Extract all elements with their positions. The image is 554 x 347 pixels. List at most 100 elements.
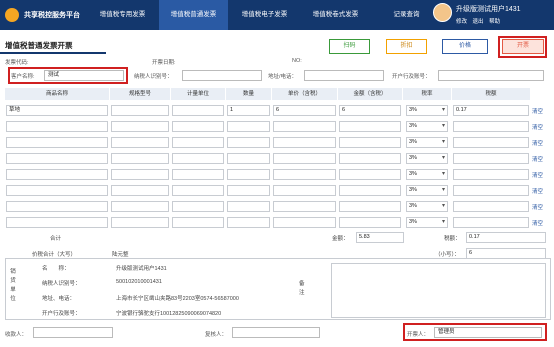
row-1-price[interactable]: 6 — [273, 105, 336, 116]
row-6-qty[interactable] — [227, 185, 270, 196]
row-1-qty[interactable]: 1 — [227, 105, 270, 116]
row-2-unit[interactable] — [172, 121, 224, 132]
row-2-clear-link[interactable]: 清空 — [532, 123, 543, 131]
col-header-unit: 计量单位 — [171, 88, 225, 100]
payee-input[interactable] — [33, 327, 113, 338]
row-8-price[interactable] — [273, 217, 336, 228]
row-7-clear-link[interactable]: 清空 — [532, 203, 543, 211]
row-5-tax[interactable] — [453, 169, 529, 180]
bank-account-input[interactable] — [438, 70, 544, 81]
in-words-value: 陆元整 — [112, 252, 129, 258]
row-7-price[interactable] — [273, 201, 336, 212]
row-6-price[interactable] — [273, 185, 336, 196]
row-1-amount[interactable]: 6 — [339, 105, 401, 116]
row-5-qty[interactable] — [227, 169, 270, 180]
col-header-price: 单价（含税） — [272, 88, 337, 100]
row-5-spec[interactable] — [111, 169, 169, 180]
row-8-qty[interactable] — [227, 217, 270, 228]
row-1-unit[interactable] — [172, 105, 224, 116]
help-link[interactable]: 帮助 — [489, 19, 500, 25]
row-6-spec[interactable] — [111, 185, 169, 196]
row-3-tax[interactable] — [453, 137, 529, 148]
row-6-clear-link[interactable]: 清空 — [532, 187, 543, 195]
row-5-price[interactable] — [273, 169, 336, 180]
discount-button[interactable]: 折扣 — [386, 39, 427, 54]
seller-side-label: 销 货 单 位 — [10, 269, 16, 302]
avatar[interactable] — [433, 3, 452, 22]
user-links: 修改 退出 帮助 — [456, 17, 504, 25]
row-6-amount[interactable] — [339, 185, 401, 196]
row-8-unit[interactable] — [172, 217, 224, 228]
row-5-name[interactable] — [6, 169, 108, 180]
row-8-rate-select[interactable]: 3% — [406, 217, 448, 228]
row-8-tax[interactable] — [453, 217, 529, 228]
row-4-qty[interactable] — [227, 153, 270, 164]
row-4-amount[interactable] — [339, 153, 401, 164]
row-7-amount[interactable] — [339, 201, 401, 212]
row-5-amount[interactable] — [339, 169, 401, 180]
seller-address-label: 地址、电话： — [42, 296, 76, 302]
row-3-rate-select[interactable]: 3% — [406, 137, 448, 148]
row-8-clear-link[interactable]: 清空 — [532, 219, 543, 227]
row-4-price[interactable] — [273, 153, 336, 164]
tab-record-query[interactable]: 记录查询 — [372, 0, 441, 30]
row-1-name[interactable]: 草地 — [6, 105, 108, 116]
seller-tax-id-label: 纳税人识别号： — [42, 281, 81, 287]
row-4-spec[interactable] — [111, 153, 169, 164]
row-2-rate-select[interactable]: 3% — [406, 121, 448, 132]
tab-roll-invoice[interactable]: 增值税卷式发票 — [301, 0, 370, 30]
row-4-unit[interactable] — [172, 153, 224, 164]
row-4-name[interactable] — [6, 153, 108, 164]
row-7-name[interactable] — [6, 201, 108, 212]
row-2-price[interactable] — [273, 121, 336, 132]
row-2-tax[interactable] — [453, 121, 529, 132]
row-7-qty[interactable] — [227, 201, 270, 212]
address-phone-input[interactable] — [304, 70, 384, 81]
row-4-rate-select[interactable]: 3% — [406, 153, 448, 164]
title-underline — [0, 52, 106, 54]
price-button[interactable]: 价格 — [442, 39, 488, 54]
row-6-rate-select[interactable]: 3% — [406, 185, 448, 196]
row-7-rate-select[interactable]: 3% — [406, 201, 448, 212]
row-2-amount[interactable] — [339, 121, 401, 132]
row-2-spec[interactable] — [111, 121, 169, 132]
row-4-clear-link[interactable]: 清空 — [532, 155, 543, 163]
row-3-price[interactable] — [273, 137, 336, 148]
row-2-name[interactable] — [6, 121, 108, 132]
row-7-unit[interactable] — [172, 201, 224, 212]
row-3-clear-link[interactable]: 清空 — [532, 139, 543, 147]
tab-normal-invoice[interactable]: 增值税普通发票 — [159, 0, 228, 30]
row-3-qty[interactable] — [227, 137, 270, 148]
taxpayer-id-input[interactable] — [182, 70, 262, 81]
row-8-spec[interactable] — [111, 217, 169, 228]
row-4-tax[interactable] — [453, 153, 529, 164]
row-3-name[interactable] — [6, 137, 108, 148]
row-6-tax[interactable] — [453, 185, 529, 196]
row-7-tax[interactable] — [453, 201, 529, 212]
reviewer-input[interactable] — [232, 327, 320, 338]
row-8-amount[interactable] — [339, 217, 401, 228]
tab-special-invoice[interactable]: 增值税专用发票 — [88, 0, 157, 30]
tab-electronic-invoice[interactable]: 增值税电子发票 — [230, 0, 299, 30]
row-1-spec[interactable] — [111, 105, 169, 116]
row-7-spec[interactable] — [111, 201, 169, 212]
row-6-unit[interactable] — [172, 185, 224, 196]
row-1-tax[interactable]: 0.17 — [453, 105, 529, 116]
row-3-amount[interactable] — [339, 137, 401, 148]
tax-total-label: 税额： — [444, 236, 461, 242]
col-header-name: 商品名称 — [5, 88, 109, 100]
row-5-unit[interactable] — [172, 169, 224, 180]
row-8-name[interactable] — [6, 217, 108, 228]
row-3-unit[interactable] — [172, 137, 224, 148]
row-1-clear-link[interactable]: 清空 — [532, 107, 543, 115]
row-5-rate-select[interactable]: 3% — [406, 169, 448, 180]
row-6-name[interactable] — [6, 185, 108, 196]
remark-input[interactable] — [331, 263, 546, 318]
row-2-qty[interactable] — [227, 121, 270, 132]
scan-button[interactable]: 扫码 — [329, 39, 370, 54]
row-3-spec[interactable] — [111, 137, 169, 148]
row-5-clear-link[interactable]: 清空 — [532, 171, 543, 179]
edit-link[interactable]: 修改 — [456, 19, 467, 25]
logout-link[interactable]: 退出 — [473, 19, 484, 25]
row-1-rate-select[interactable]: 3% — [406, 105, 448, 116]
